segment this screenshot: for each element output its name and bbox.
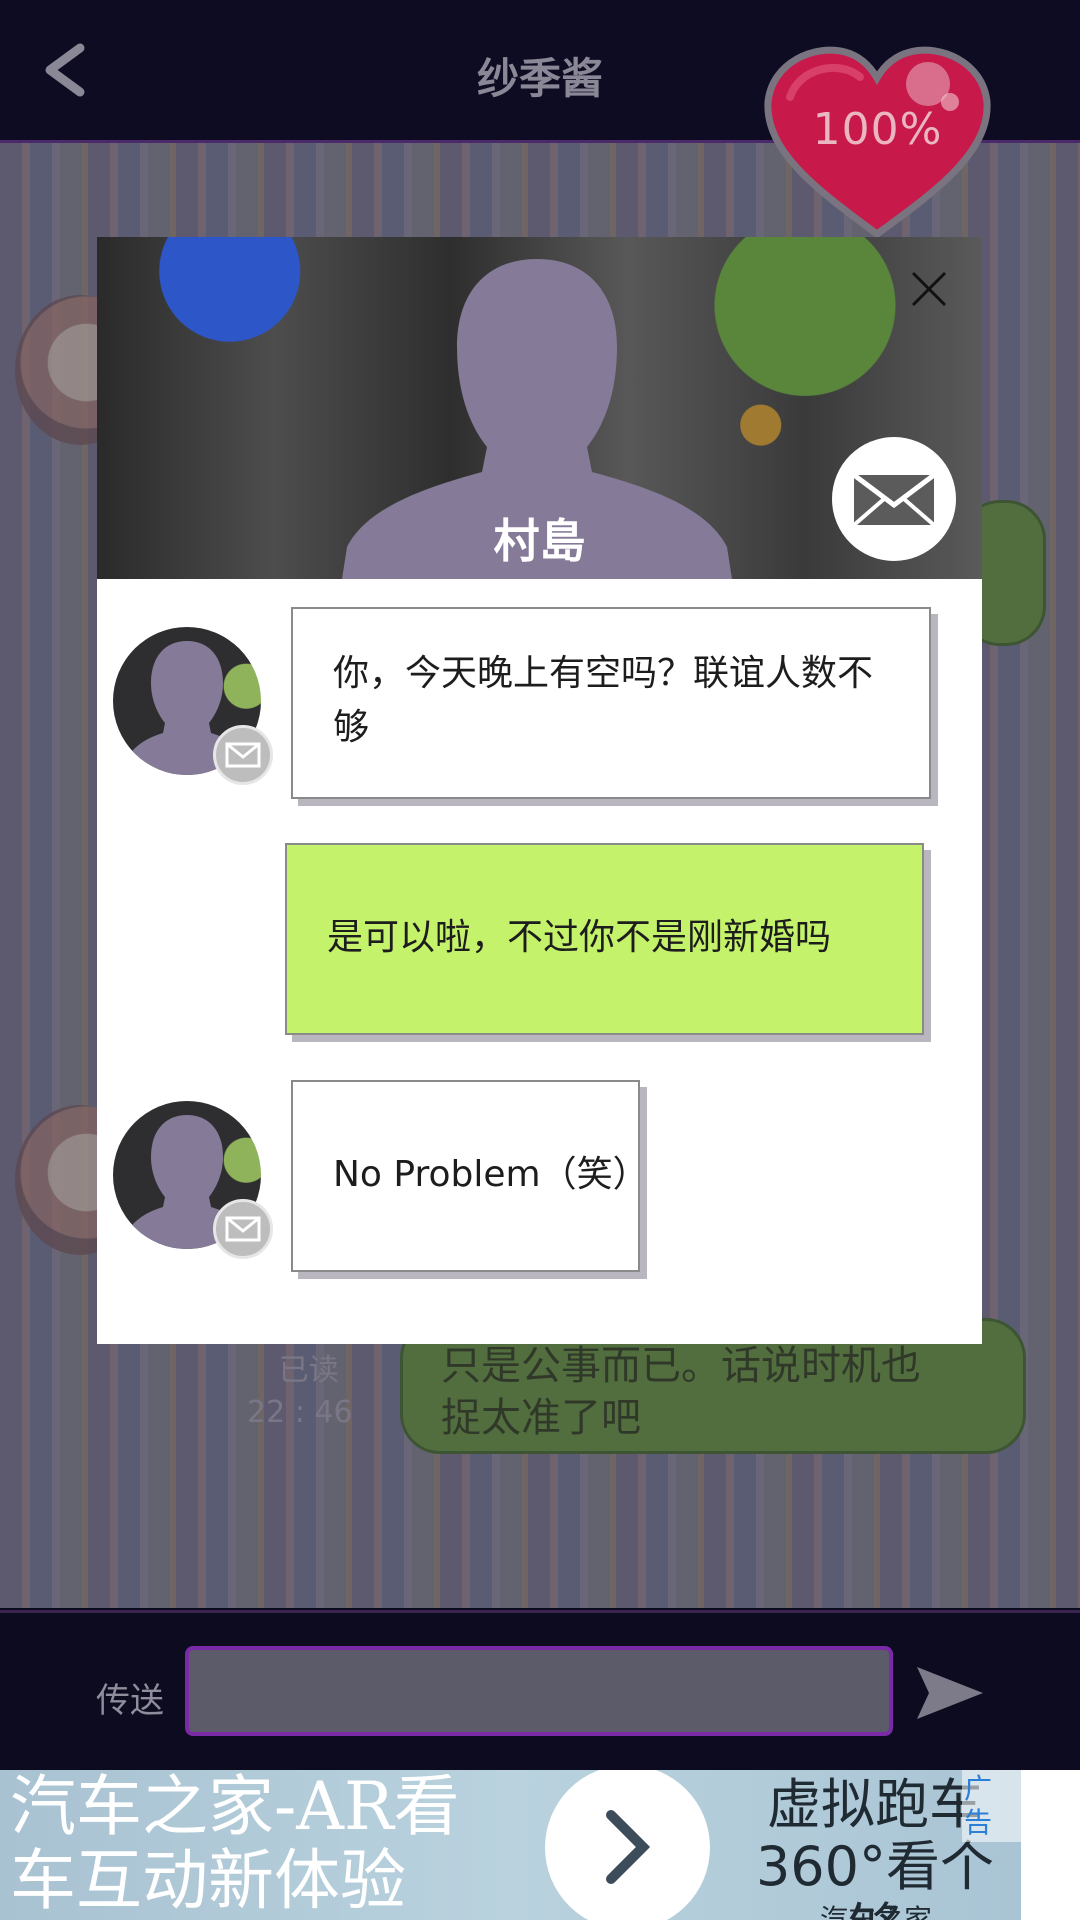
message-input-bar: 传送 [0,1610,1080,1773]
ad-source: 汽车之家 [820,1903,933,1920]
message-text: 你，今天晚上有空吗？联谊人数不 [333,653,874,694]
mail-badge [213,725,273,785]
received-message: 你，今天晚上有空吗？联谊人数不 够 [291,607,931,799]
send-label: 传送 [96,1681,164,1721]
mail-button[interactable] [832,437,956,561]
envelope-icon [852,473,936,527]
close-icon[interactable] [907,267,951,311]
mail-badge [213,1199,273,1259]
message-text: No Problem（笑） [333,1154,649,1195]
ad-badge: 广告 [962,1770,1021,1842]
chevron-right-icon [606,1810,651,1884]
ad-margin [1021,1770,1080,1920]
message-input[interactable] [185,1646,893,1736]
ad-headline-line: 汽车之家-AR看 [10,1770,460,1845]
affection-heart: 100% [760,42,995,242]
message-text: 够 [333,707,370,748]
envelope-icon [225,1216,261,1242]
received-message: No Problem（笑） [291,1080,649,1272]
ad-headline: 汽车之家-AR看 车互动新体验 [10,1770,460,1918]
message-text: 是可以啦，不过你不是刚新婚吗 [327,917,832,958]
ad-banner[interactable]: 汽车之家-AR看 车互动新体验 虚拟跑车 360°看个够 汽车之家 广告 [0,1770,1021,1920]
message-history-dialog: 村島 你，今天晚上有空吗？联谊人数不 够 是可以啦，不过你不是刚新婚吗 No P… [97,237,982,1344]
sent-message: 是可以啦，不过你不是刚新婚吗 [285,843,924,1035]
ad-open-button[interactable] [545,1770,710,1920]
contact-banner: 村島 [97,237,982,579]
ad-headline-line: 车互动新体验 [10,1842,406,1919]
send-icon[interactable] [915,1663,985,1723]
envelope-icon [225,742,261,768]
affection-percent: 100% [812,104,943,155]
